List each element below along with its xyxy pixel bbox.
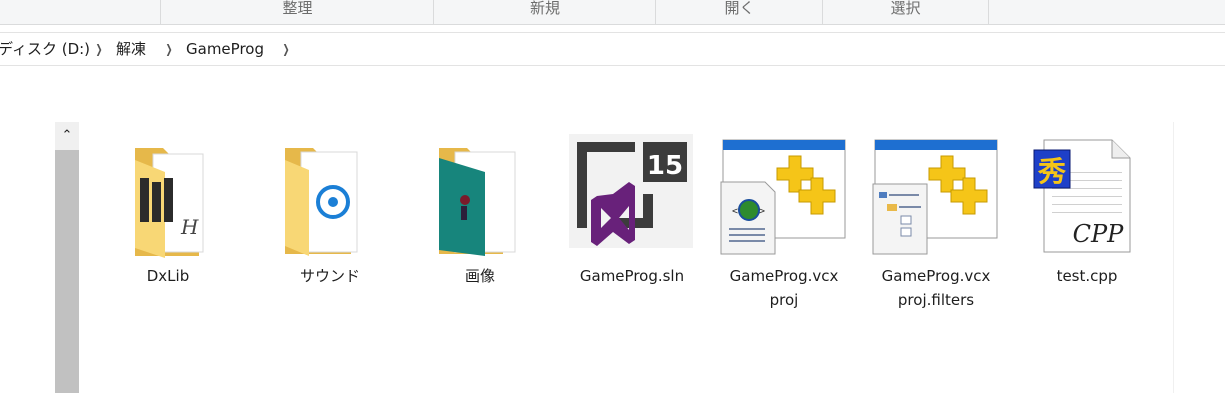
file-name-line: proj [769,291,799,309]
breadcrumb-item-drive[interactable]: ディスク (D:) [0,39,90,59]
svg-text:秀: 秀 [1037,155,1066,188]
ribbon-group-label: 開く [724,0,755,17]
file-name: GameProg.vcx proj [719,264,849,312]
chevron-up-icon: ⌃ [61,128,73,143]
svg-text:15: 15 [647,151,683,181]
ribbon-group-open[interactable]: 開く [655,0,823,24]
file-name: GameProg.sln [579,267,685,285]
cpp-file-icon: 秀 CPP [1022,130,1152,260]
svg-text:>: > [759,206,765,217]
divider [1173,122,1174,393]
file-name: 画像 [464,267,495,285]
breadcrumb-item-gameprog[interactable]: GameProg [186,39,264,59]
ribbon-group-label: 整理 [282,0,313,17]
address-bar[interactable]: ディスク (D:) ❯ 解凍 ❯ GameProg ❯ [0,32,1225,66]
folder-icon: H [103,130,233,260]
visual-studio-icon: 15 [567,130,697,260]
chevron-right-icon[interactable]: ❯ [166,39,173,59]
ribbon-group-organize[interactable]: 整理 [160,0,434,24]
file-name-line: proj.filters [897,291,975,309]
folder-icon [415,130,545,260]
folder-icon [265,130,395,260]
ribbon-group-label: 選択 [890,0,921,17]
file-name: GameProg.vcx proj.filters [871,264,1001,312]
ribbon-group-label: 新規 [529,0,560,17]
svg-text:H: H [180,215,199,239]
file-name: test.cpp [1056,267,1118,285]
ribbon-group-select[interactable]: 選択 [822,0,989,24]
svg-text:<: < [732,206,738,217]
chevron-right-icon[interactable]: ❯ [96,39,103,59]
vcxproj-filters-icon [871,130,1001,260]
breadcrumb-item-kaitou[interactable]: 解凍 [116,39,146,59]
svg-text:CPP: CPP [1073,220,1125,248]
file-name-line: GameProg.vcx [881,267,991,285]
vcxproj-icon: < > [719,130,849,260]
file-name: DxLib [146,267,190,285]
scrollbar-thumb[interactable] [55,150,79,393]
ribbon-group-new[interactable]: 新規 [433,0,656,24]
file-name: サウンド [299,267,360,285]
chevron-right-icon[interactable]: ❯ [283,39,290,59]
file-name-line: GameProg.vcx [729,267,839,285]
ribbon: 整理 新規 開く 選択 [0,0,1225,25]
scroll-up-button[interactable]: ⌃ [55,122,79,150]
